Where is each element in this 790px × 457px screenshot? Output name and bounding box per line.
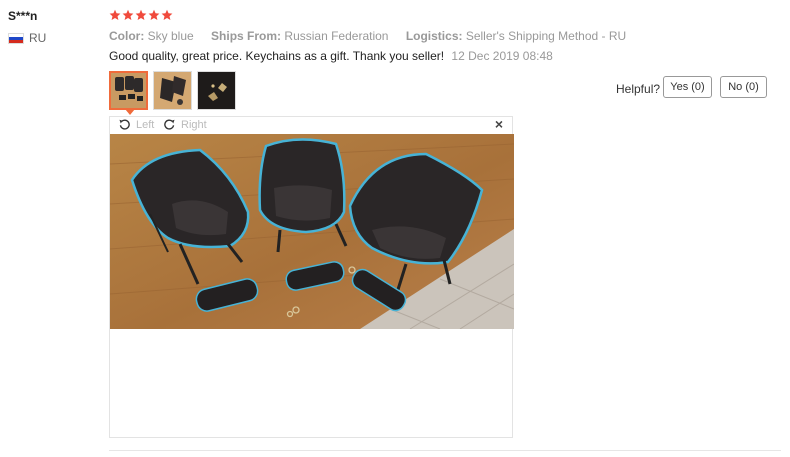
- rotate-right-label: Right: [181, 118, 207, 131]
- review-divider: [109, 450, 781, 451]
- review-text: Good quality, great price. Keychains as …: [109, 49, 445, 63]
- thumbnail-pointer-icon: [125, 109, 135, 115]
- star-icon: [122, 9, 134, 20]
- attr-logistics-key: Logistics:: [405, 29, 463, 43]
- rotate-left-label: Left: [136, 118, 155, 131]
- review-date: 12 Dec 2019 08:48: [451, 49, 553, 63]
- country-code: RU: [29, 31, 47, 45]
- reviewer-name: S***n: [8, 9, 38, 23]
- russia-flag-icon: [8, 32, 24, 44]
- star-icon: [161, 9, 173, 20]
- star-rating: [109, 9, 173, 21]
- image-viewer: Left Right ×: [109, 116, 514, 438]
- star-icon: [148, 9, 160, 20]
- rotate-right-button[interactable]: Right: [163, 118, 207, 131]
- reviewer-country: RU: [8, 31, 46, 45]
- rotate-left-button[interactable]: Left: [118, 118, 154, 131]
- review-thumbnails: [109, 71, 236, 110]
- star-icon: [135, 9, 147, 20]
- review-thumbnail[interactable]: [197, 71, 236, 110]
- helpful-yes-button[interactable]: Yes (0): [663, 76, 712, 98]
- star-icon: [109, 9, 121, 20]
- review-photo: [110, 134, 514, 329]
- rotate-right-icon: [164, 119, 175, 130]
- helpful-label: Helpful?: [616, 82, 661, 96]
- product-attributes: Color: Sky blue Ships From: Russian Fede…: [109, 29, 640, 43]
- attr-color-value: Sky blue: [147, 29, 194, 43]
- review-thumbnail[interactable]: [109, 71, 148, 110]
- attr-logistics-value: Seller's Shipping Method - RU: [465, 29, 627, 43]
- rotate-left-icon: [119, 119, 130, 130]
- close-icon[interactable]: ×: [495, 116, 503, 132]
- review-thumbnail[interactable]: [153, 71, 192, 110]
- helpful-no-button[interactable]: No (0): [720, 76, 767, 98]
- attr-ships-from-key: Ships From:: [211, 29, 282, 43]
- viewer-toolbar: Left Right ×: [110, 116, 512, 134]
- review-content: Good quality, great price. Keychains as …: [109, 49, 553, 63]
- attr-color-key: Color:: [109, 29, 145, 43]
- attr-ships-from-value: Russian Federation: [284, 29, 389, 43]
